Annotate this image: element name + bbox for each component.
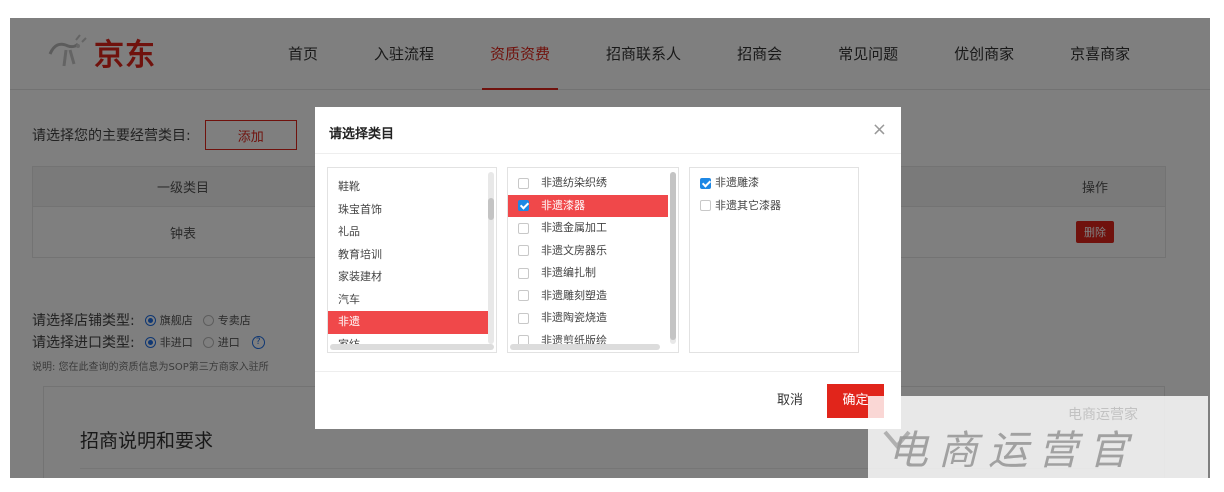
level3-category-list[interactable]: 非遗雕漆非遗其它漆器 — [689, 167, 859, 353]
category-label: 非遗其它漆器 — [715, 198, 781, 212]
category-label: 非遗文房器乐 — [541, 243, 607, 257]
level1-category-item[interactable]: 汽车 — [328, 289, 488, 312]
level2-category-item[interactable]: 非遗编扎制 — [508, 262, 668, 285]
category-label: 非遗雕刻塑造 — [541, 288, 607, 302]
category-label: 非遗金属加工 — [541, 221, 607, 234]
modal-divider — [315, 153, 901, 154]
scrollbar[interactable] — [488, 172, 494, 344]
level2-category-item[interactable]: 非遗雕刻塑造 — [508, 285, 668, 308]
horizontal-scrollbar[interactable] — [330, 344, 494, 350]
horizontal-scrollbar[interactable] — [510, 344, 660, 350]
level2-category-list[interactable]: 非遗纺染织绣 非遗漆器 非遗金属加工 非遗文房器乐 非遗编扎制 非遗雕刻塑造 非遗陶瓷烧造非… — [507, 167, 679, 353]
checkbox-icon[interactable] — [518, 245, 529, 257]
scrollbar-thumb[interactable] — [670, 172, 676, 340]
level1-category-list[interactable]: 鞋靴珠宝首饰礼品教育培训家装建材汽车非遗家纺 — [327, 167, 497, 353]
level2-category-item[interactable]: 非遗金属加工 — [508, 217, 668, 240]
cancel-button[interactable]: 取消 — [765, 385, 815, 417]
checkbox-icon[interactable] — [518, 312, 529, 324]
checkbox-icon[interactable] — [518, 222, 529, 234]
level1-category-item[interactable]: 珠宝首饰 — [328, 199, 488, 222]
modal-footer-divider — [315, 371, 901, 372]
level2-category-item[interactable]: 非遗纺染织绣 — [508, 172, 668, 195]
category-label: 非遗纺染织绣 — [541, 176, 607, 189]
watermark: 电商运营官 电商运营家 — [868, 396, 1208, 478]
checkbox-checked-icon[interactable] — [700, 177, 711, 189]
close-icon[interactable]: × — [872, 119, 887, 140]
scrollbar-thumb[interactable] — [488, 198, 494, 220]
checkbox-icon[interactable] — [700, 200, 711, 212]
category-label: 非遗雕漆 — [715, 176, 759, 189]
level2-category-item[interactable]: 非遗文房器乐 — [508, 240, 668, 263]
level3-category-item[interactable]: 非遗雕漆 — [690, 172, 858, 195]
level1-category-item[interactable]: 非遗 — [328, 311, 488, 334]
checkbox-icon[interactable] — [518, 290, 529, 302]
category-modal: 请选择类目 × 鞋靴珠宝首饰礼品教育培训家装建材汽车非遗家纺 非遗纺染织绣非遗漆… — [315, 107, 901, 429]
checkbox-icon[interactable] — [518, 177, 529, 189]
watermark-subtext: 电商运营家 — [1068, 407, 1138, 423]
level2-category-item[interactable]: 非遗陶瓷烧造 — [508, 307, 668, 330]
checkbox-icon[interactable] — [518, 267, 529, 279]
category-label: 非遗陶瓷烧造 — [541, 311, 607, 324]
level1-category-item[interactable]: 礼品 — [328, 221, 488, 244]
scrollbar[interactable] — [670, 172, 676, 344]
modal-title: 请选择类目 — [329, 127, 395, 142]
level1-category-item[interactable]: 教育培训 — [328, 244, 488, 267]
level3-category-item[interactable]: 非遗其它漆器 — [690, 195, 858, 218]
level1-category-item[interactable]: 鞋靴 — [328, 176, 488, 199]
checkbox-checked-icon[interactable] — [518, 200, 529, 212]
watermark-text: 电商运营官 — [888, 428, 1138, 474]
level2-category-item[interactable]: 非遗漆器 — [508, 194, 668, 217]
category-label: 非遗编扎制 — [541, 266, 596, 279]
level1-category-item[interactable]: 家装建材 — [328, 266, 488, 289]
category-label: 非遗漆器 — [541, 198, 585, 212]
